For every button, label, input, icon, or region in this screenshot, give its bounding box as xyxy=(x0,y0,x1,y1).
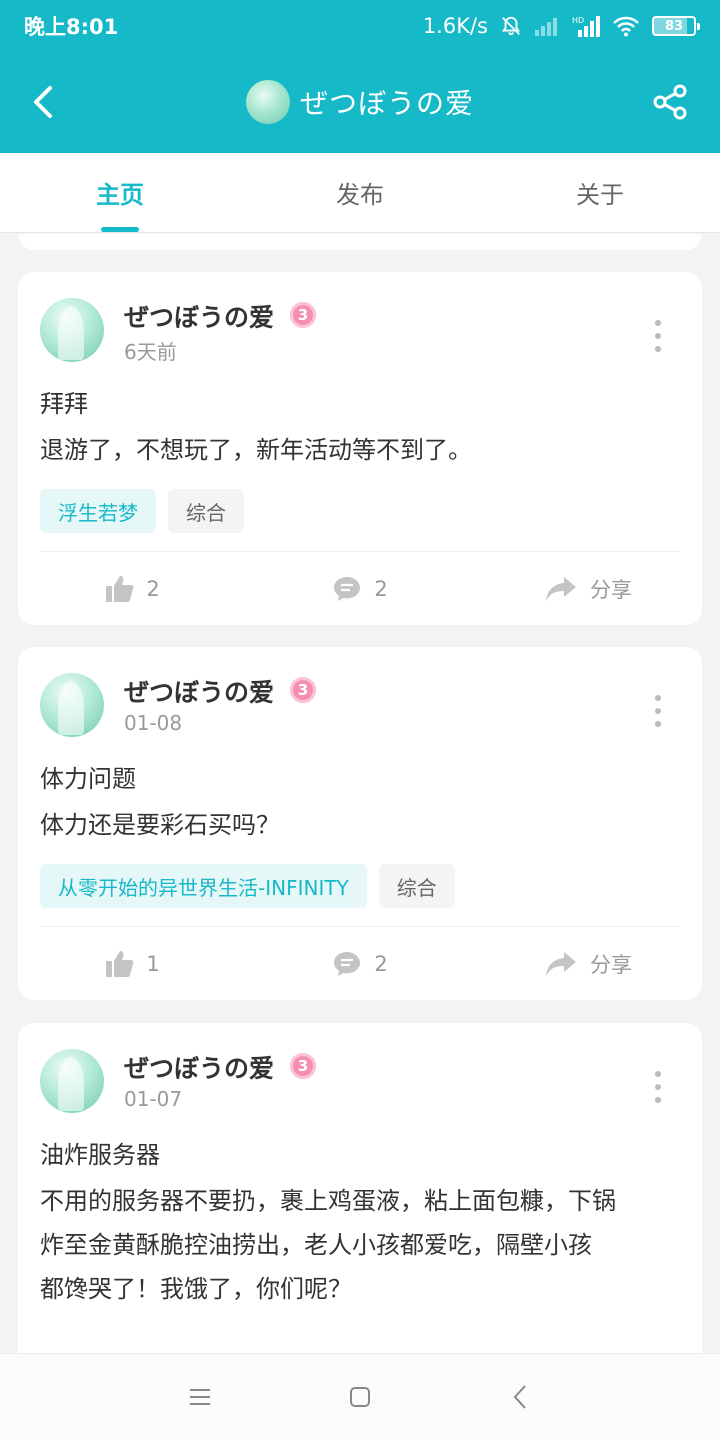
header-avatar xyxy=(245,80,290,124)
thumbs-up-icon xyxy=(106,576,134,602)
more-options-icon[interactable] xyxy=(646,1067,670,1107)
avatar[interactable] xyxy=(40,673,104,737)
status-bar: 晚上8:01 1.6K/s HD 83 xyxy=(0,0,720,52)
post-card[interactable]: ぜつぼうの爱 3 01-08 体力问题 体力还是要彩石买吗？ 从零开始的异世界生… xyxy=(18,647,702,1000)
menu-button[interactable] xyxy=(180,1377,220,1417)
comment-icon xyxy=(334,577,361,601)
post-actions: 1 2 分享 xyxy=(18,929,702,999)
comment-icon xyxy=(334,952,361,976)
share-action[interactable]: 分享 xyxy=(474,554,702,624)
header-title-group[interactable]: ぜつぼうの爱 xyxy=(0,78,720,126)
share-button[interactable] xyxy=(650,82,690,122)
post-card[interactable]: ぜつぼうの爱 3 01-07 油炸服务器 不用的服务器不要扔，裹上鸡蛋液，粘上面… xyxy=(18,1023,702,1353)
post-time: 01-08 xyxy=(124,711,183,735)
tab-publish[interactable]: 发布 xyxy=(240,153,480,232)
share-arrow-icon xyxy=(546,577,576,601)
level-badge: 3 xyxy=(290,302,316,328)
game-tag[interactable]: 浮生若梦 xyxy=(40,489,156,533)
like-button[interactable]: 2 xyxy=(18,554,246,624)
category-tag[interactable]: 综合 xyxy=(168,489,244,533)
previous-card-tail xyxy=(18,234,702,250)
bell-off-icon xyxy=(500,15,522,37)
post-actions: 2 2 分享 xyxy=(18,554,702,624)
status-right: 1.6K/s HD 83 xyxy=(422,14,700,38)
system-back-button[interactable] xyxy=(500,1377,540,1417)
share-action[interactable]: 分享 xyxy=(474,929,702,999)
post-tags: 浮生若梦 综合 xyxy=(40,489,244,533)
post-tags: 从零开始的异世界生活-INFINITY 综合 xyxy=(40,864,455,908)
share-icon xyxy=(653,84,687,120)
more-options-icon[interactable] xyxy=(646,691,670,731)
post-feed[interactable]: ぜつぼうの爱 3 6天前 拜拜 退游了，不想玩了，新年活动等不到了。 浮生若梦 … xyxy=(0,234,720,1353)
like-count: 2 xyxy=(146,577,160,601)
comment-button[interactable]: 2 xyxy=(246,554,474,624)
post-card[interactable]: ぜつぼうの爱 3 6天前 拜拜 退游了，不想玩了，新年活动等不到了。 浮生若梦 … xyxy=(18,272,702,625)
post-title[interactable]: 油炸服务器 xyxy=(40,1135,680,1170)
back-icon xyxy=(513,1385,526,1409)
app-header: 晚上8:01 1.6K/s HD 83 ぜつぼうの爱 xyxy=(0,0,720,153)
author-name[interactable]: ぜつぼうの爱 xyxy=(124,673,274,709)
post-time: 6天前 xyxy=(124,340,177,364)
post-body-line: 不用的服务器不要扔，裹上鸡蛋液，粘上面包糠，下锅 xyxy=(40,1187,616,1215)
post-title[interactable]: 体力问题 xyxy=(40,759,680,794)
post-header: ぜつぼうの爱 3 01-07 xyxy=(40,1049,680,1115)
post-body[interactable]: 体力还是要彩石买吗？ xyxy=(40,803,680,847)
share-label: 分享 xyxy=(590,953,632,977)
hd-signal-icon: HD xyxy=(572,15,600,37)
like-count: 1 xyxy=(146,952,160,976)
share-label: 分享 xyxy=(590,578,632,602)
level-badge: 3 xyxy=(290,677,316,703)
svg-text:HD: HD xyxy=(572,16,584,25)
home-icon xyxy=(350,1387,370,1407)
post-body-line: 都馋哭了！我饿了，你们呢？ xyxy=(40,1275,352,1303)
wifi-icon xyxy=(612,15,640,37)
comment-button[interactable]: 2 xyxy=(246,929,474,999)
post-title[interactable]: 拜拜 xyxy=(40,384,680,419)
comment-count: 2 xyxy=(374,577,388,601)
thumbs-up-icon xyxy=(106,951,134,977)
nav-bar: ぜつぼうの爱 xyxy=(0,52,720,153)
system-nav-bar xyxy=(0,1353,720,1440)
page-title: ぜつぼうの爱 xyxy=(299,87,474,120)
like-button[interactable]: 1 xyxy=(18,929,246,999)
tab-bar: 主页 发布 关于 xyxy=(0,153,720,233)
more-options-icon[interactable] xyxy=(646,316,670,356)
status-time: 晚上8:01 xyxy=(24,15,119,39)
network-speed: 1.6K/s xyxy=(422,14,488,38)
post-body[interactable]: 退游了，不想玩了，新年活动等不到了。 xyxy=(40,428,680,472)
avatar[interactable] xyxy=(40,1049,104,1113)
battery-icon: 83 xyxy=(652,16,700,36)
author-name[interactable]: ぜつぼうの爱 xyxy=(124,1049,274,1085)
avatar[interactable] xyxy=(40,298,104,362)
post-header: ぜつぼうの爱 3 01-08 xyxy=(40,673,680,739)
home-button[interactable] xyxy=(340,1377,380,1417)
post-header: ぜつぼうの爱 3 6天前 xyxy=(40,298,680,364)
menu-icon xyxy=(190,1389,210,1405)
tab-about[interactable]: 关于 xyxy=(480,153,720,232)
post-body-line: 炸至金黄酥脆控油捞出，老人小孩都爱吃，隔壁小孩 xyxy=(40,1231,592,1259)
divider xyxy=(40,926,680,927)
comment-count: 2 xyxy=(374,952,388,976)
category-tag[interactable]: 综合 xyxy=(378,864,455,908)
tab-home[interactable]: 主页 xyxy=(0,153,240,232)
divider xyxy=(40,551,680,552)
post-body[interactable]: 不用的服务器不要扔，裹上鸡蛋液，粘上面包糠，下锅 炸至金黄酥脆控油捞出，老人小孩… xyxy=(40,1179,680,1311)
author-name[interactable]: ぜつぼうの爱 xyxy=(124,298,274,334)
level-badge: 3 xyxy=(290,1053,316,1079)
game-tag[interactable]: 从零开始的异世界生活-INFINITY xyxy=(40,864,367,908)
post-time: 01-07 xyxy=(124,1087,183,1111)
share-arrow-icon xyxy=(546,952,576,976)
signal-icon xyxy=(534,16,560,36)
